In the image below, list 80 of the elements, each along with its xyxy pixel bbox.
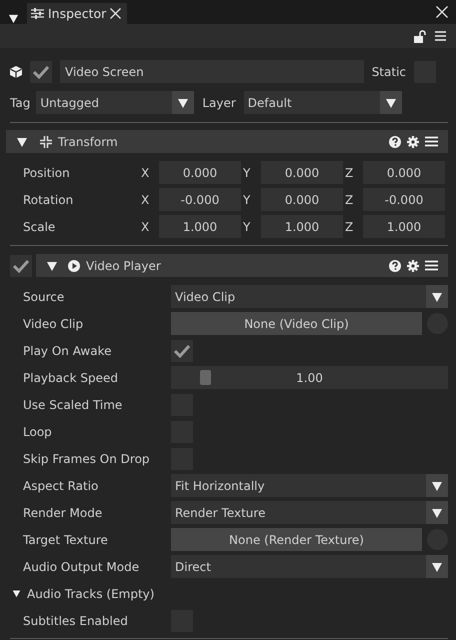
number-field[interactable]: 0.000 — [261, 161, 343, 184]
settings-icon[interactable] — [407, 136, 419, 148]
close-icon[interactable] — [110, 8, 122, 19]
axis-label: Y — [243, 220, 252, 234]
property-label: Audio Output Mode — [22, 560, 140, 574]
number-field[interactable]: -0.000 — [363, 188, 445, 211]
property-label: Skip Frames On Drop — [22, 452, 151, 466]
property-label: Playback Speed — [22, 370, 119, 384]
property-label: Scale — [22, 220, 56, 234]
object-field[interactable]: None (Video Clip) — [171, 312, 422, 335]
axis-label: Y — [243, 192, 252, 206]
dropdown-arrow-icon[interactable] — [431, 480, 443, 492]
active-checkbox[interactable] — [30, 60, 52, 82]
property-label: Subtitles Enabled — [22, 614, 129, 628]
foldout-arrow-icon[interactable] — [46, 260, 58, 272]
dropdown[interactable]: Fit Horizontally — [171, 474, 448, 497]
slider-track[interactable]: 1.00 — [171, 366, 448, 389]
object-field[interactable]: None (Render Texture) — [171, 528, 422, 551]
number-field[interactable]: 1.000 — [159, 215, 241, 238]
foldout-arrow-icon[interactable] — [16, 136, 28, 148]
menu-icon[interactable] — [425, 260, 438, 271]
dropdown-arrow-icon[interactable] — [431, 290, 443, 302]
number-field[interactable]: -0.000 — [159, 188, 241, 211]
dropdown[interactable]: Direct — [171, 555, 448, 578]
property-label: Source — [22, 290, 66, 304]
layer-label: Layer — [202, 96, 236, 110]
number-field[interactable]: 0.000 — [363, 161, 445, 184]
settings-icon[interactable] — [407, 260, 419, 272]
tag-dropdown[interactable]: Untagged — [36, 91, 194, 114]
axis-label: Z — [345, 192, 354, 206]
number-field[interactable]: 1.000 — [261, 215, 343, 238]
axis-label: X — [141, 166, 150, 180]
close-icon[interactable] — [436, 6, 448, 18]
dropdown[interactable]: Video Clip — [171, 285, 448, 308]
slider-value: 1.00 — [296, 370, 323, 384]
enable-checkbox[interactable] — [10, 254, 32, 276]
dropdown-arrow-icon[interactable] — [384, 96, 397, 108]
help-icon[interactable] — [389, 260, 401, 272]
sliders-icon — [31, 8, 44, 19]
property-label: Play On Awake — [22, 344, 112, 358]
component-title: Transform — [58, 134, 119, 148]
dropdown[interactable]: Render Texture — [171, 501, 448, 524]
transform-icon — [40, 136, 52, 148]
axis-label: X — [141, 192, 150, 206]
dropdown-arrow-icon[interactable] — [177, 96, 190, 108]
property-label: Aspect Ratio — [22, 478, 100, 492]
static-label: Static — [372, 64, 406, 78]
name-field[interactable]: Video Screen — [60, 60, 364, 83]
help-icon[interactable] — [389, 136, 401, 148]
number-field[interactable]: 1.000 — [363, 215, 445, 238]
play-icon — [68, 260, 80, 272]
component-title: Video Player — [86, 258, 162, 272]
property-label: Loop — [22, 424, 53, 438]
layer-dropdown[interactable]: Default — [244, 91, 402, 114]
axis-label: Z — [345, 220, 354, 234]
property-label: Render Mode — [22, 506, 104, 520]
menu-icon[interactable] — [435, 31, 446, 41]
axis-label: Z — [345, 166, 354, 180]
foldout-label[interactable]: Audio Tracks (Empty) — [27, 586, 154, 600]
component-header[interactable]: Video Player — [36, 254, 448, 277]
axis-label: Y — [243, 166, 252, 180]
foldout-arrow-icon[interactable] — [12, 589, 21, 598]
property-label: Video Clip — [22, 316, 84, 330]
dropdown-arrow-icon[interactable] — [431, 560, 443, 572]
lock-icon[interactable] — [414, 30, 427, 42]
property-label: Target Texture — [22, 532, 109, 546]
component-header[interactable]: Transform — [6, 130, 448, 153]
number-field[interactable]: 0.000 — [261, 188, 343, 211]
checkbox[interactable] — [171, 340, 193, 362]
axis-label: X — [141, 220, 150, 234]
cube-icon — [10, 66, 22, 78]
property-label: Position — [22, 166, 71, 180]
dropdown-arrow-icon[interactable] — [431, 506, 443, 518]
menu-icon[interactable] — [425, 136, 438, 147]
number-field[interactable]: 0.000 — [159, 161, 241, 184]
inspector-tab[interactable]: Inspector — [27, 3, 128, 24]
slider-thumb[interactable] — [200, 370, 211, 385]
tag-label: Tag — [10, 96, 30, 110]
property-label: Rotation — [22, 192, 74, 206]
property-label: Use Scaled Time — [22, 398, 124, 412]
